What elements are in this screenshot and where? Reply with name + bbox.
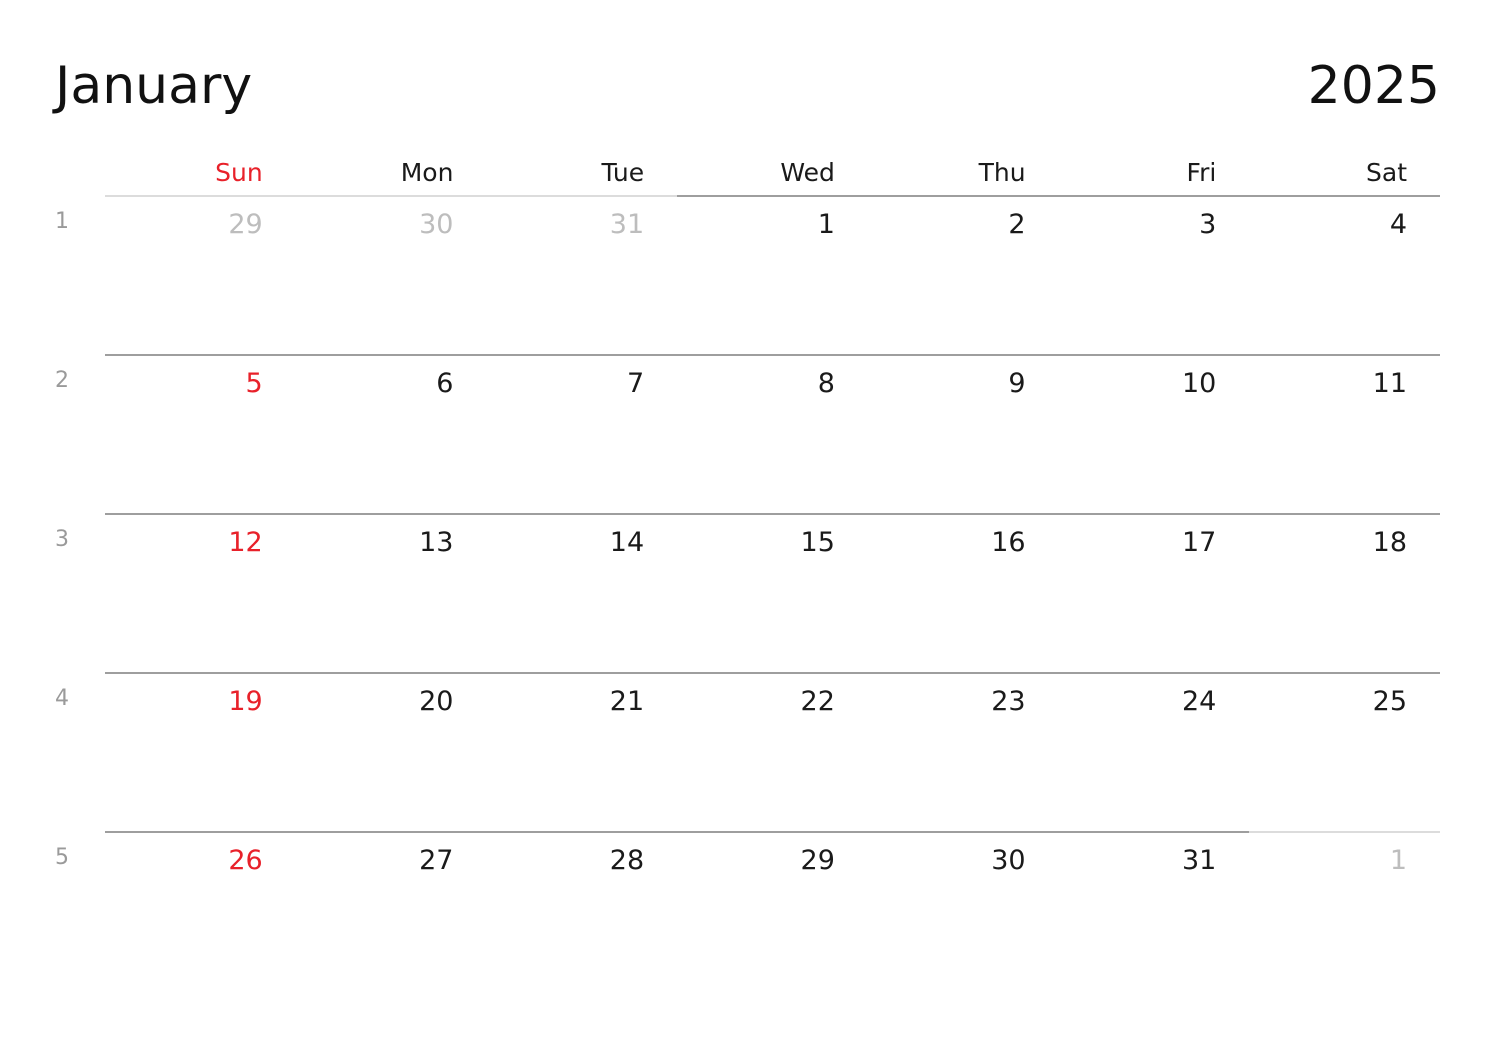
day-cell[interactable]: 10 xyxy=(1058,354,1250,513)
day-cell[interactable]: 6 xyxy=(295,354,487,513)
day-number: 1 xyxy=(817,209,835,240)
day-number: 5 xyxy=(245,368,263,399)
day-cell[interactable]: 4 xyxy=(1249,195,1441,354)
day-cell[interactable]: 1 xyxy=(677,195,868,354)
day-cell[interactable]: 14 xyxy=(486,513,678,672)
day-cell[interactable]: 13 xyxy=(295,513,487,672)
week-number-column-spacer xyxy=(55,150,105,195)
day-number: 29 xyxy=(800,845,835,876)
day-number: 30 xyxy=(419,209,454,240)
day-cell[interactable]: 7 xyxy=(486,354,678,513)
day-cell[interactable]: 3 xyxy=(1058,195,1250,354)
day-cell[interactable]: 20 xyxy=(295,672,487,831)
weekday-header-wed: Wed xyxy=(780,158,835,187)
day-number: 28 xyxy=(609,845,645,876)
day-cell[interactable]: 30 xyxy=(867,831,1059,990)
day-cell[interactable]: 23 xyxy=(867,672,1059,831)
day-number: 29 xyxy=(228,209,263,240)
day-cell[interactable]: 29 xyxy=(105,195,296,354)
day-cell[interactable]: 21 xyxy=(486,672,678,831)
day-cell[interactable]: 18 xyxy=(1249,513,1441,672)
week-row: 2 5 6 7 8 9 10 11 xyxy=(55,354,1441,513)
page-title-month: January xyxy=(55,56,253,116)
weekday-header-thu: Thu xyxy=(978,158,1026,187)
week-number: 4 xyxy=(55,686,69,711)
day-number: 23 xyxy=(991,686,1026,717)
day-number: 25 xyxy=(1372,686,1408,717)
week-row: 5 26 27 28 29 30 31 1 xyxy=(55,831,1441,990)
day-number: 19 xyxy=(228,686,263,717)
weekday-header-tue: Tue xyxy=(601,158,645,187)
day-cell[interactable]: 31 xyxy=(486,195,678,354)
week-number: 2 xyxy=(55,368,69,393)
day-cell[interactable]: 15 xyxy=(677,513,868,672)
day-cell[interactable]: 26 xyxy=(105,831,296,990)
day-number: 14 xyxy=(609,527,645,558)
day-number: 31 xyxy=(1181,845,1217,876)
day-number: 26 xyxy=(228,845,263,876)
day-number: 9 xyxy=(1008,368,1026,399)
day-cell[interactable]: 8 xyxy=(677,354,868,513)
day-number: 12 xyxy=(228,527,263,558)
day-number: 15 xyxy=(800,527,835,558)
day-number: 11 xyxy=(1372,368,1408,399)
calendar-page: January 2025 Sun Mon Tue Wed Thu Fri Sat 1 29 30… xyxy=(0,0,1500,1061)
day-cell[interactable]: 30 xyxy=(295,195,487,354)
day-number: 6 xyxy=(436,368,454,399)
day-number: 30 xyxy=(991,845,1026,876)
day-cell[interactable]: 9 xyxy=(867,354,1059,513)
week-row: 3 12 13 14 15 16 17 18 xyxy=(55,513,1441,672)
day-number: 24 xyxy=(1181,686,1217,717)
weekday-header-row: Sun Mon Tue Wed Thu Fri Sat xyxy=(55,150,1440,195)
week-row: 4 19 20 21 22 23 24 25 xyxy=(55,672,1441,831)
day-cell[interactable]: 22 xyxy=(677,672,868,831)
day-number: 10 xyxy=(1181,368,1217,399)
day-number: 13 xyxy=(419,527,454,558)
weekday-header-fri: Fri xyxy=(1186,158,1217,187)
day-number: 20 xyxy=(419,686,454,717)
day-number: 7 xyxy=(626,368,645,399)
day-number: 4 xyxy=(1389,209,1408,240)
day-cell[interactable]: 12 xyxy=(105,513,296,672)
day-cell[interactable]: 19 xyxy=(105,672,296,831)
day-number: 18 xyxy=(1372,527,1408,558)
weekday-header-sun: Sun xyxy=(215,158,263,187)
day-cell[interactable]: 27 xyxy=(295,831,487,990)
day-cell[interactable]: 28 xyxy=(486,831,678,990)
day-cell[interactable]: 31 xyxy=(1058,831,1250,990)
weekday-header-sat: Sat xyxy=(1366,158,1408,187)
day-number: 16 xyxy=(991,527,1026,558)
day-cell[interactable]: 24 xyxy=(1058,672,1250,831)
day-cell[interactable]: 25 xyxy=(1249,672,1441,831)
day-number: 17 xyxy=(1181,527,1217,558)
day-number: 3 xyxy=(1199,209,1217,240)
day-number: 8 xyxy=(817,368,835,399)
day-number: 1 xyxy=(1389,845,1408,876)
week-number: 1 xyxy=(55,209,69,234)
day-number: 22 xyxy=(800,686,835,717)
day-cell[interactable]: 5 xyxy=(105,354,296,513)
day-number: 27 xyxy=(419,845,454,876)
day-number: 21 xyxy=(609,686,645,717)
page-title-year: 2025 xyxy=(1307,56,1440,116)
day-cell[interactable]: 11 xyxy=(1249,354,1441,513)
weekday-header-mon: Mon xyxy=(400,158,454,187)
day-number: 2 xyxy=(1008,209,1026,240)
day-cell[interactable]: 1 xyxy=(1249,831,1441,990)
day-cell[interactable]: 2 xyxy=(867,195,1059,354)
day-number: 31 xyxy=(609,209,645,240)
calendar-header: January 2025 xyxy=(55,60,1440,130)
week-row: 1 29 30 31 1 2 3 4 xyxy=(55,195,1441,354)
calendar-grid: Sun Mon Tue Wed Thu Fri Sat 1 29 30 31 1 2 3 4 2 5 6 7 8 9 1… xyxy=(55,150,1441,990)
day-cell[interactable]: 16 xyxy=(867,513,1059,672)
day-cell[interactable]: 17 xyxy=(1058,513,1250,672)
week-number: 3 xyxy=(55,527,69,552)
day-cell[interactable]: 29 xyxy=(677,831,868,990)
week-number: 5 xyxy=(55,845,69,870)
